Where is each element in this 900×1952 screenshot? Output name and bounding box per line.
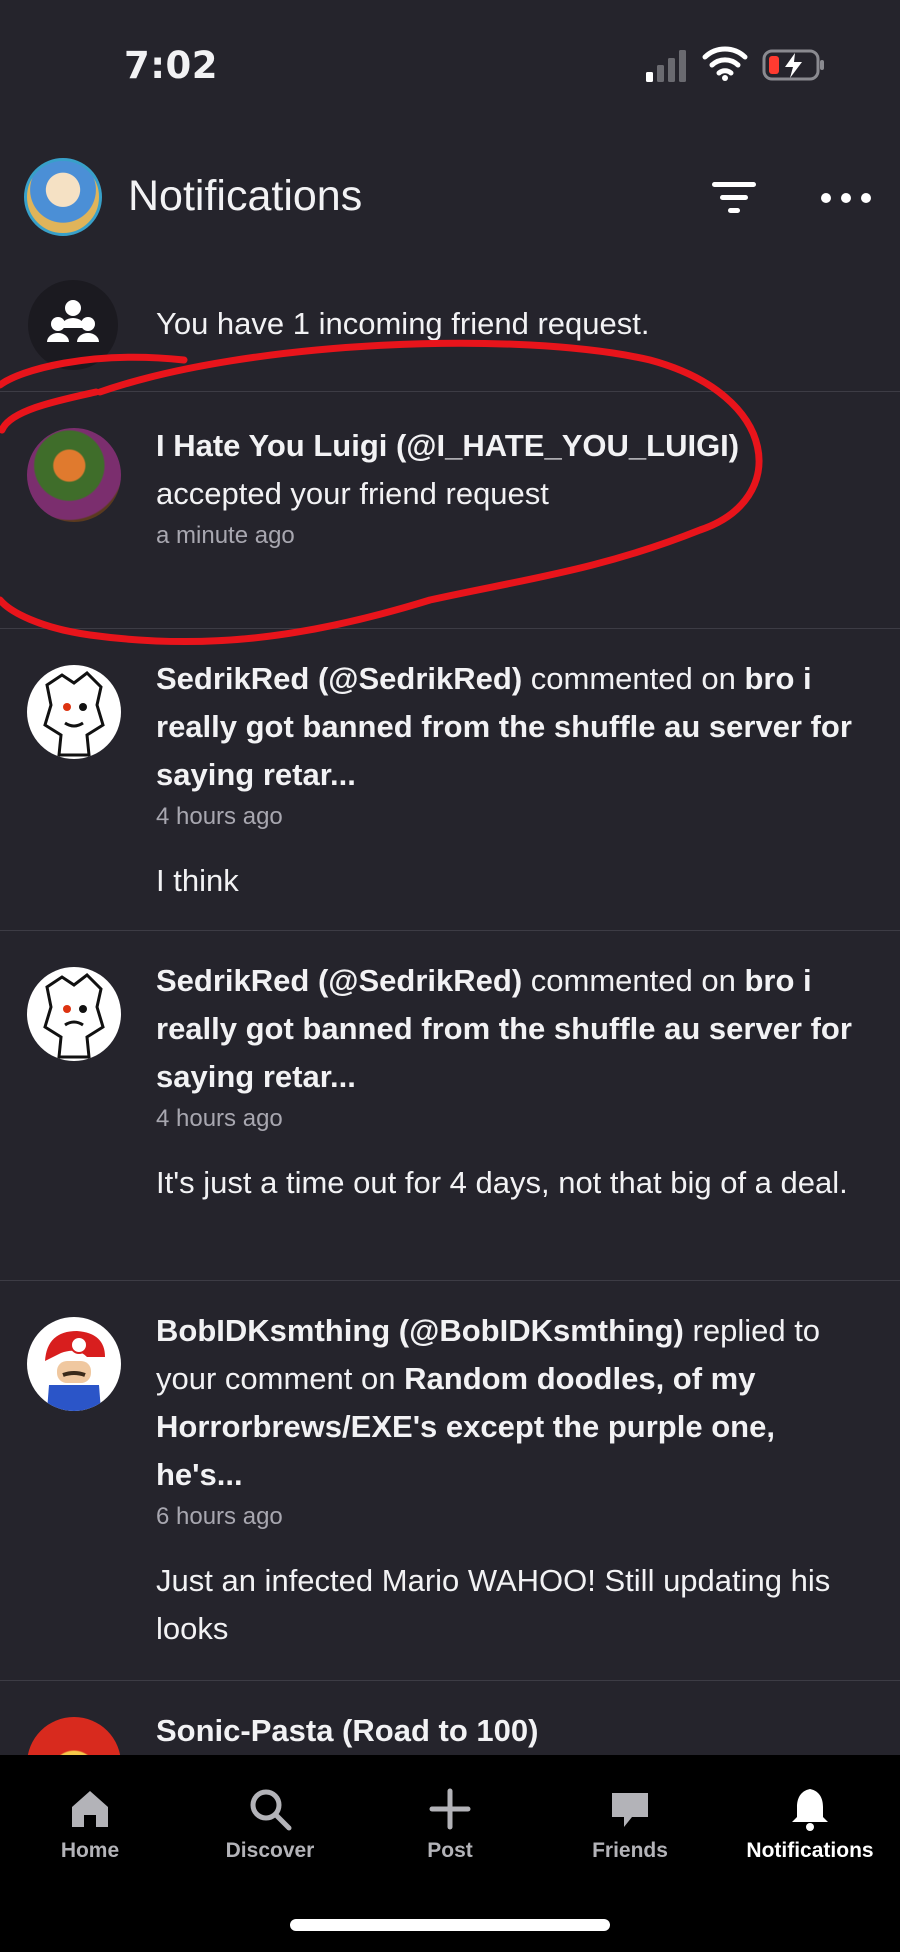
notification-time: a minute ago — [156, 522, 295, 549]
notification-time: 4 hours ago — [156, 1105, 283, 1132]
wifi-icon — [702, 46, 748, 81]
battery-charging-icon — [762, 49, 824, 81]
notification-action: accepted your friend request — [156, 476, 549, 511]
user-avatar[interactable] — [27, 665, 121, 759]
profile-avatar[interactable] — [24, 158, 102, 236]
user-avatar[interactable] — [27, 428, 121, 522]
notification-user[interactable]: BobIDKsmthing (@BobIDKsmthing) — [156, 1313, 684, 1348]
notification-user[interactable]: SedrikRed (@SedrikRed) — [156, 661, 522, 696]
cellular-signal-icon — [646, 50, 686, 82]
header: Notifications — [0, 150, 900, 250]
notification-item[interactable]: I Hate You Luigi (@I_HATE_YOU_LUIGI) acc… — [0, 392, 900, 629]
tab-post-label: Post — [427, 1839, 473, 1862]
notification-time: 6 hours ago — [156, 1503, 283, 1530]
tab-home-label: Home — [60, 1839, 120, 1862]
notification-user[interactable]: SedrikRed (@SedrikRed) — [156, 963, 522, 998]
tab-post[interactable]: Post — [360, 1777, 540, 1887]
friend-request-text: You have 1 incoming friend request. — [156, 306, 650, 341]
plus-icon — [429, 1788, 471, 1830]
notification-item[interactable]: SedrikRed (@SedrikRed) commented on bro … — [0, 629, 900, 931]
status-bar: 7:02 — [0, 0, 900, 130]
notification-comment: It's just a time out for 4 days, not tha… — [156, 1165, 848, 1200]
notification-comment: Just an infected Mario WAHOO! Still upda… — [156, 1563, 831, 1646]
notification-time: 4 hours ago — [156, 803, 283, 830]
page-title: Notifications — [128, 172, 363, 220]
tab-friends-label: Friends — [592, 1839, 668, 1862]
tab-friends[interactable]: Friends — [540, 1777, 720, 1887]
tab-notifications[interactable]: Notifications — [720, 1777, 900, 1887]
tab-discover[interactable]: Discover — [180, 1777, 360, 1887]
notification-item[interactable]: BobIDKsmthing (@BobIDKsmthing) replied t… — [0, 1281, 900, 1681]
chat-bubble-icon — [612, 1793, 648, 1827]
tab-discover-label: Discover — [225, 1839, 315, 1862]
tab-home[interactable]: Home — [0, 1777, 180, 1887]
status-time: 7:02 — [124, 44, 219, 87]
notification-action: commented on — [530, 661, 736, 696]
friend-request-icon — [28, 280, 118, 370]
notification-comment: I think — [156, 863, 239, 898]
home-icon — [72, 1791, 108, 1827]
tab-notifications-label: Notifications — [746, 1839, 874, 1862]
notification-action: commented on — [530, 963, 736, 998]
search-icon — [250, 1789, 292, 1831]
notification-user[interactable]: Sonic-Pasta (Road to 100) — [156, 1713, 538, 1748]
user-avatar[interactable] — [27, 1717, 121, 1755]
more-options-icon[interactable] — [818, 186, 874, 210]
filter-icon[interactable] — [708, 178, 760, 218]
notification-item[interactable]: Sonic-Pasta (Road to 100) — [0, 1681, 900, 1755]
notification-item[interactable]: SedrikRed (@SedrikRed) commented on bro … — [0, 931, 900, 1281]
notification-user[interactable]: I Hate You Luigi (@I_HATE_YOU_LUIGI) — [156, 428, 739, 463]
user-avatar[interactable] — [27, 967, 121, 1061]
home-indicator[interactable] — [290, 1919, 610, 1931]
user-avatar[interactable] — [27, 1317, 121, 1411]
bell-icon — [792, 1789, 828, 1831]
